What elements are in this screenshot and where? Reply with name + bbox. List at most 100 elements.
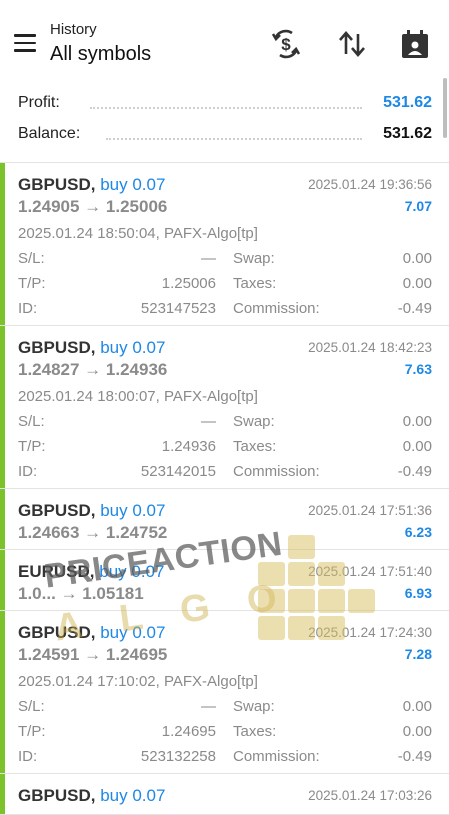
- deal-item[interactable]: GBPUSD, buy 0.07 2025.01.24 18:42:23 1.2…: [0, 326, 449, 489]
- deal-detail-row: ID: 523142015 Commission: -0.49: [18, 463, 432, 485]
- deal-prices: 1.24827 → 1.24936: [18, 360, 168, 379]
- balance-row: Balance: 531.62: [18, 125, 432, 151]
- deal-close-time: 2025.01.24 19:36:56: [308, 177, 432, 192]
- top-app-bar: History All symbols $: [0, 0, 449, 86]
- deal-detail-row: S/L: — Swap: 0.00: [18, 413, 432, 435]
- deal-open-info: 2025.01.24 17:10:02, PAFX-Algo[tp]: [18, 673, 258, 690]
- deal-close-time: 2025.01.24 17:51:36: [308, 503, 432, 518]
- commission-value: -0.49: [397, 748, 432, 765]
- dotted-leader: [90, 107, 362, 109]
- deal-item[interactable]: GBPUSD, buy 0.07 2025.01.24 17:24:30 1.2…: [0, 611, 449, 774]
- taxes-label: Taxes:: [233, 438, 277, 455]
- buy-indicator-bar: [0, 611, 5, 773]
- buy-indicator-bar: [0, 326, 5, 488]
- id-label: ID:: [18, 300, 38, 317]
- deal-detail-row: S/L: — Swap: 0.00: [18, 698, 432, 720]
- sl-value: —: [201, 413, 216, 430]
- taxes-value: 0.00: [402, 723, 432, 740]
- deal-item[interactable]: GBPUSD, buy 0.07 2025.01.24 17:03:26: [0, 774, 449, 815]
- swap-value: 0.00: [402, 413, 432, 430]
- buy-indicator-bar: [0, 550, 5, 610]
- deal-item[interactable]: EURUSD, buy 0.07 2025.01.24 17:51:40 1.0…: [0, 550, 449, 611]
- swap-value: 0.00: [402, 698, 432, 715]
- tp-value: 1.24936: [161, 438, 216, 455]
- swap-label: Swap:: [233, 250, 275, 267]
- deal-profit: 6.93: [404, 585, 432, 601]
- commission-label: Commission:: [233, 463, 320, 480]
- deal-profit: 7.28: [404, 646, 432, 662]
- deal-side: buy 0.07: [99, 562, 165, 581]
- sl-label: S/L:: [18, 698, 45, 715]
- deal-close-time: 2025.01.24 17:03:26: [308, 788, 432, 803]
- deal-symbol: GBPUSD, buy 0.07: [18, 338, 166, 357]
- deal-symbol: GBPUSD, buy 0.07: [18, 623, 166, 642]
- deals-list: GBPUSD, buy 0.07 2025.01.24 19:36:56 1.2…: [0, 163, 449, 815]
- deal-side: buy 0.07: [100, 501, 166, 520]
- symbol-filter-title[interactable]: All symbols: [50, 43, 151, 66]
- deal-detail-row: ID: 523147523 Commission: -0.49: [18, 300, 432, 322]
- deal-side: buy 0.07: [100, 175, 166, 194]
- sl-value: —: [201, 250, 216, 267]
- deal-detail-row: T/P: 1.25006 Taxes: 0.00: [18, 275, 432, 297]
- sort-icon[interactable]: [336, 28, 368, 60]
- commission-label: Commission:: [233, 748, 320, 765]
- balance-value: 531.62: [383, 125, 432, 142]
- deal-profit: 7.63: [404, 361, 432, 377]
- deal-prices: 1.24663 → 1.24752: [18, 523, 168, 542]
- deal-prices: 1.24905 → 1.25006: [18, 197, 168, 216]
- deal-prices: 1.0... → 1.05181: [18, 584, 144, 603]
- dotted-leader: [106, 138, 362, 140]
- id-value: 523147523: [140, 300, 216, 317]
- deal-open-info: 2025.01.24 18:50:04, PAFX-Algo[tp]: [18, 225, 258, 242]
- screen-subtitle: History: [50, 21, 97, 38]
- id-value: 523142015: [140, 463, 216, 480]
- deal-item[interactable]: GBPUSD, buy 0.07 2025.01.24 17:51:36 1.2…: [0, 489, 449, 550]
- deal-symbol: GBPUSD, buy 0.07: [18, 175, 166, 194]
- deal-detail-row: T/P: 1.24936 Taxes: 0.00: [18, 438, 432, 460]
- buy-indicator-bar: [0, 489, 5, 549]
- taxes-value: 0.00: [402, 438, 432, 455]
- currency-exchange-icon[interactable]: $: [270, 28, 302, 60]
- swap-value: 0.00: [402, 250, 432, 267]
- profit-row: Profit: 531.62: [18, 94, 432, 120]
- deal-symbol: EURUSD, buy 0.07: [18, 562, 165, 581]
- sl-value: —: [201, 698, 216, 715]
- account-summary: Profit: 531.62 Balance: 531.62: [0, 86, 449, 163]
- commission-value: -0.49: [397, 463, 432, 480]
- deal-side: buy 0.07: [100, 338, 166, 357]
- profit-value: 531.62: [383, 94, 432, 111]
- profit-label: Profit:: [18, 94, 60, 111]
- commission-label: Commission:: [233, 300, 320, 317]
- deal-prices: 1.24591 → 1.24695: [18, 645, 168, 664]
- deal-detail-row: ID: 523132258 Commission: -0.49: [18, 748, 432, 770]
- taxes-value: 0.00: [402, 275, 432, 292]
- menu-icon[interactable]: [14, 34, 36, 52]
- taxes-label: Taxes:: [233, 275, 277, 292]
- tp-value: 1.25006: [161, 275, 216, 292]
- deal-profit: 6.23: [404, 524, 432, 540]
- commission-value: -0.49: [397, 300, 432, 317]
- deal-side: buy 0.07: [100, 623, 166, 642]
- taxes-label: Taxes:: [233, 723, 277, 740]
- deal-symbol: GBPUSD, buy 0.07: [18, 501, 166, 520]
- id-label: ID:: [18, 463, 38, 480]
- deal-detail-row: T/P: 1.24695 Taxes: 0.00: [18, 723, 432, 745]
- buy-indicator-bar: [0, 163, 5, 325]
- calendar-icon[interactable]: [399, 28, 431, 60]
- id-label: ID:: [18, 748, 38, 765]
- swap-label: Swap:: [233, 413, 275, 430]
- tp-label: T/P:: [18, 275, 46, 292]
- deal-close-time: 2025.01.24 18:42:23: [308, 340, 432, 355]
- deal-side: buy 0.07: [100, 786, 166, 805]
- sl-label: S/L:: [18, 250, 45, 267]
- deal-profit: 7.07: [404, 198, 432, 214]
- sl-label: S/L:: [18, 413, 45, 430]
- deal-item[interactable]: GBPUSD, buy 0.07 2025.01.24 19:36:56 1.2…: [0, 163, 449, 326]
- buy-indicator-bar: [0, 774, 5, 814]
- deal-symbol: GBPUSD, buy 0.07: [18, 786, 166, 805]
- deal-detail-row: S/L: — Swap: 0.00: [18, 250, 432, 272]
- deal-close-time: 2025.01.24 17:24:30: [308, 625, 432, 640]
- tp-label: T/P:: [18, 723, 46, 740]
- tp-value: 1.24695: [161, 723, 216, 740]
- deal-open-info: 2025.01.24 18:00:07, PAFX-Algo[tp]: [18, 388, 258, 405]
